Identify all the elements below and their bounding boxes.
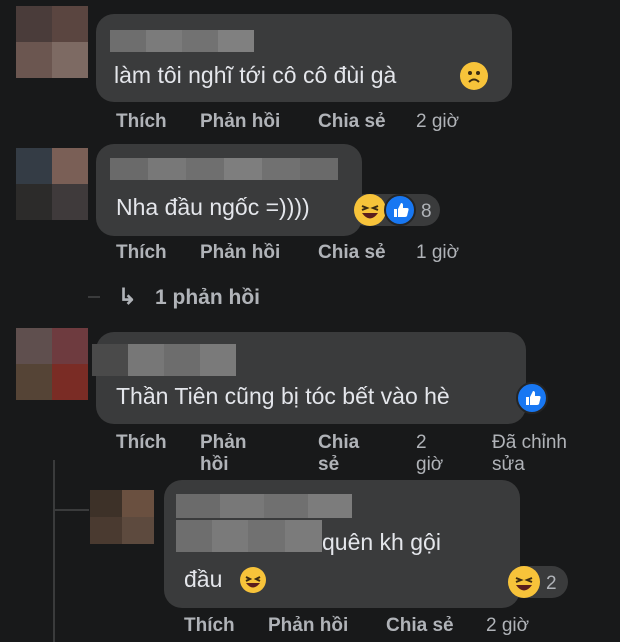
laughing-emoji-icon bbox=[354, 194, 386, 226]
edited-label: Đã chỉnh sửa bbox=[492, 432, 567, 476]
reply-arrow-icon: ↳ bbox=[118, 284, 137, 309]
thread-line bbox=[53, 460, 55, 642]
reply-text-line-1: quên kh gội bbox=[322, 529, 441, 555]
reaction-count: 8 bbox=[421, 201, 432, 222]
sad-emoji-icon bbox=[460, 62, 488, 90]
like-reaction-icon bbox=[516, 382, 548, 414]
reply-text-line-2: đầu bbox=[184, 566, 223, 592]
share-line-2: sẻ bbox=[318, 454, 340, 475]
laughing-emoji-icon bbox=[508, 566, 540, 598]
timestamp[interactable]: 2 giờ bbox=[416, 111, 459, 133]
avatar[interactable] bbox=[16, 328, 88, 400]
comment-text: làm tôi nghĩ tới cô cô đùi gà bbox=[114, 62, 397, 88]
like-reaction-icon bbox=[384, 194, 416, 226]
share-line-1: Chia bbox=[318, 432, 360, 453]
timestamp[interactable]: 2 giờ bbox=[486, 615, 529, 637]
author-name-blurred[interactable] bbox=[110, 158, 338, 180]
share-action[interactable]: Chia sẻ bbox=[318, 242, 386, 264]
reaction-count: 2 bbox=[546, 573, 557, 594]
reply-action[interactable]: Phản hồi bbox=[200, 242, 280, 264]
like-action[interactable]: Thích bbox=[116, 242, 167, 264]
share-action[interactable]: Chia sẻ bbox=[318, 111, 386, 133]
time-line-1: 2 bbox=[416, 432, 427, 453]
author-name-blurred[interactable] bbox=[92, 344, 236, 376]
thread-connector bbox=[55, 509, 89, 511]
like-action[interactable]: Thích bbox=[184, 615, 235, 637]
author-name-blurred[interactable] bbox=[110, 30, 254, 52]
reply-line-2: hồi bbox=[200, 454, 229, 475]
avatar[interactable] bbox=[90, 490, 154, 544]
avatar[interactable] bbox=[16, 6, 88, 78]
reply-action[interactable]: Phản hồi bbox=[268, 615, 348, 637]
reply-action[interactable]: Phản hồi bbox=[200, 111, 280, 133]
laughing-emoji-icon bbox=[240, 567, 266, 593]
share-action[interactable]: Chia sẻ bbox=[318, 432, 359, 476]
time-line-2: giờ bbox=[416, 454, 444, 475]
like-action[interactable]: Thích bbox=[116, 432, 167, 454]
like-action[interactable]: Thích bbox=[116, 111, 167, 133]
edited-line-2: sửa bbox=[492, 454, 525, 475]
comment-text: Nha đầu ngốc =)))) bbox=[116, 194, 310, 220]
view-replies-link[interactable]: 1 phản hồi bbox=[155, 286, 260, 310]
author-name-blurred bbox=[176, 520, 322, 552]
avatar[interactable] bbox=[16, 148, 88, 220]
share-action[interactable]: Chia sẻ bbox=[386, 615, 454, 637]
comment-text: Thần Tiên cũng bị tóc bết vào hè bbox=[116, 383, 450, 409]
author-name-blurred[interactable] bbox=[176, 494, 352, 518]
timestamp[interactable]: 1 giờ bbox=[416, 242, 459, 264]
reply-line-1: Phản bbox=[200, 432, 247, 453]
timestamp[interactable]: 2 giờ bbox=[416, 432, 443, 476]
edited-line-1: Đã chỉnh bbox=[492, 432, 567, 453]
thread-connector bbox=[88, 296, 100, 298]
reply-action[interactable]: Phản hồi bbox=[200, 432, 246, 476]
